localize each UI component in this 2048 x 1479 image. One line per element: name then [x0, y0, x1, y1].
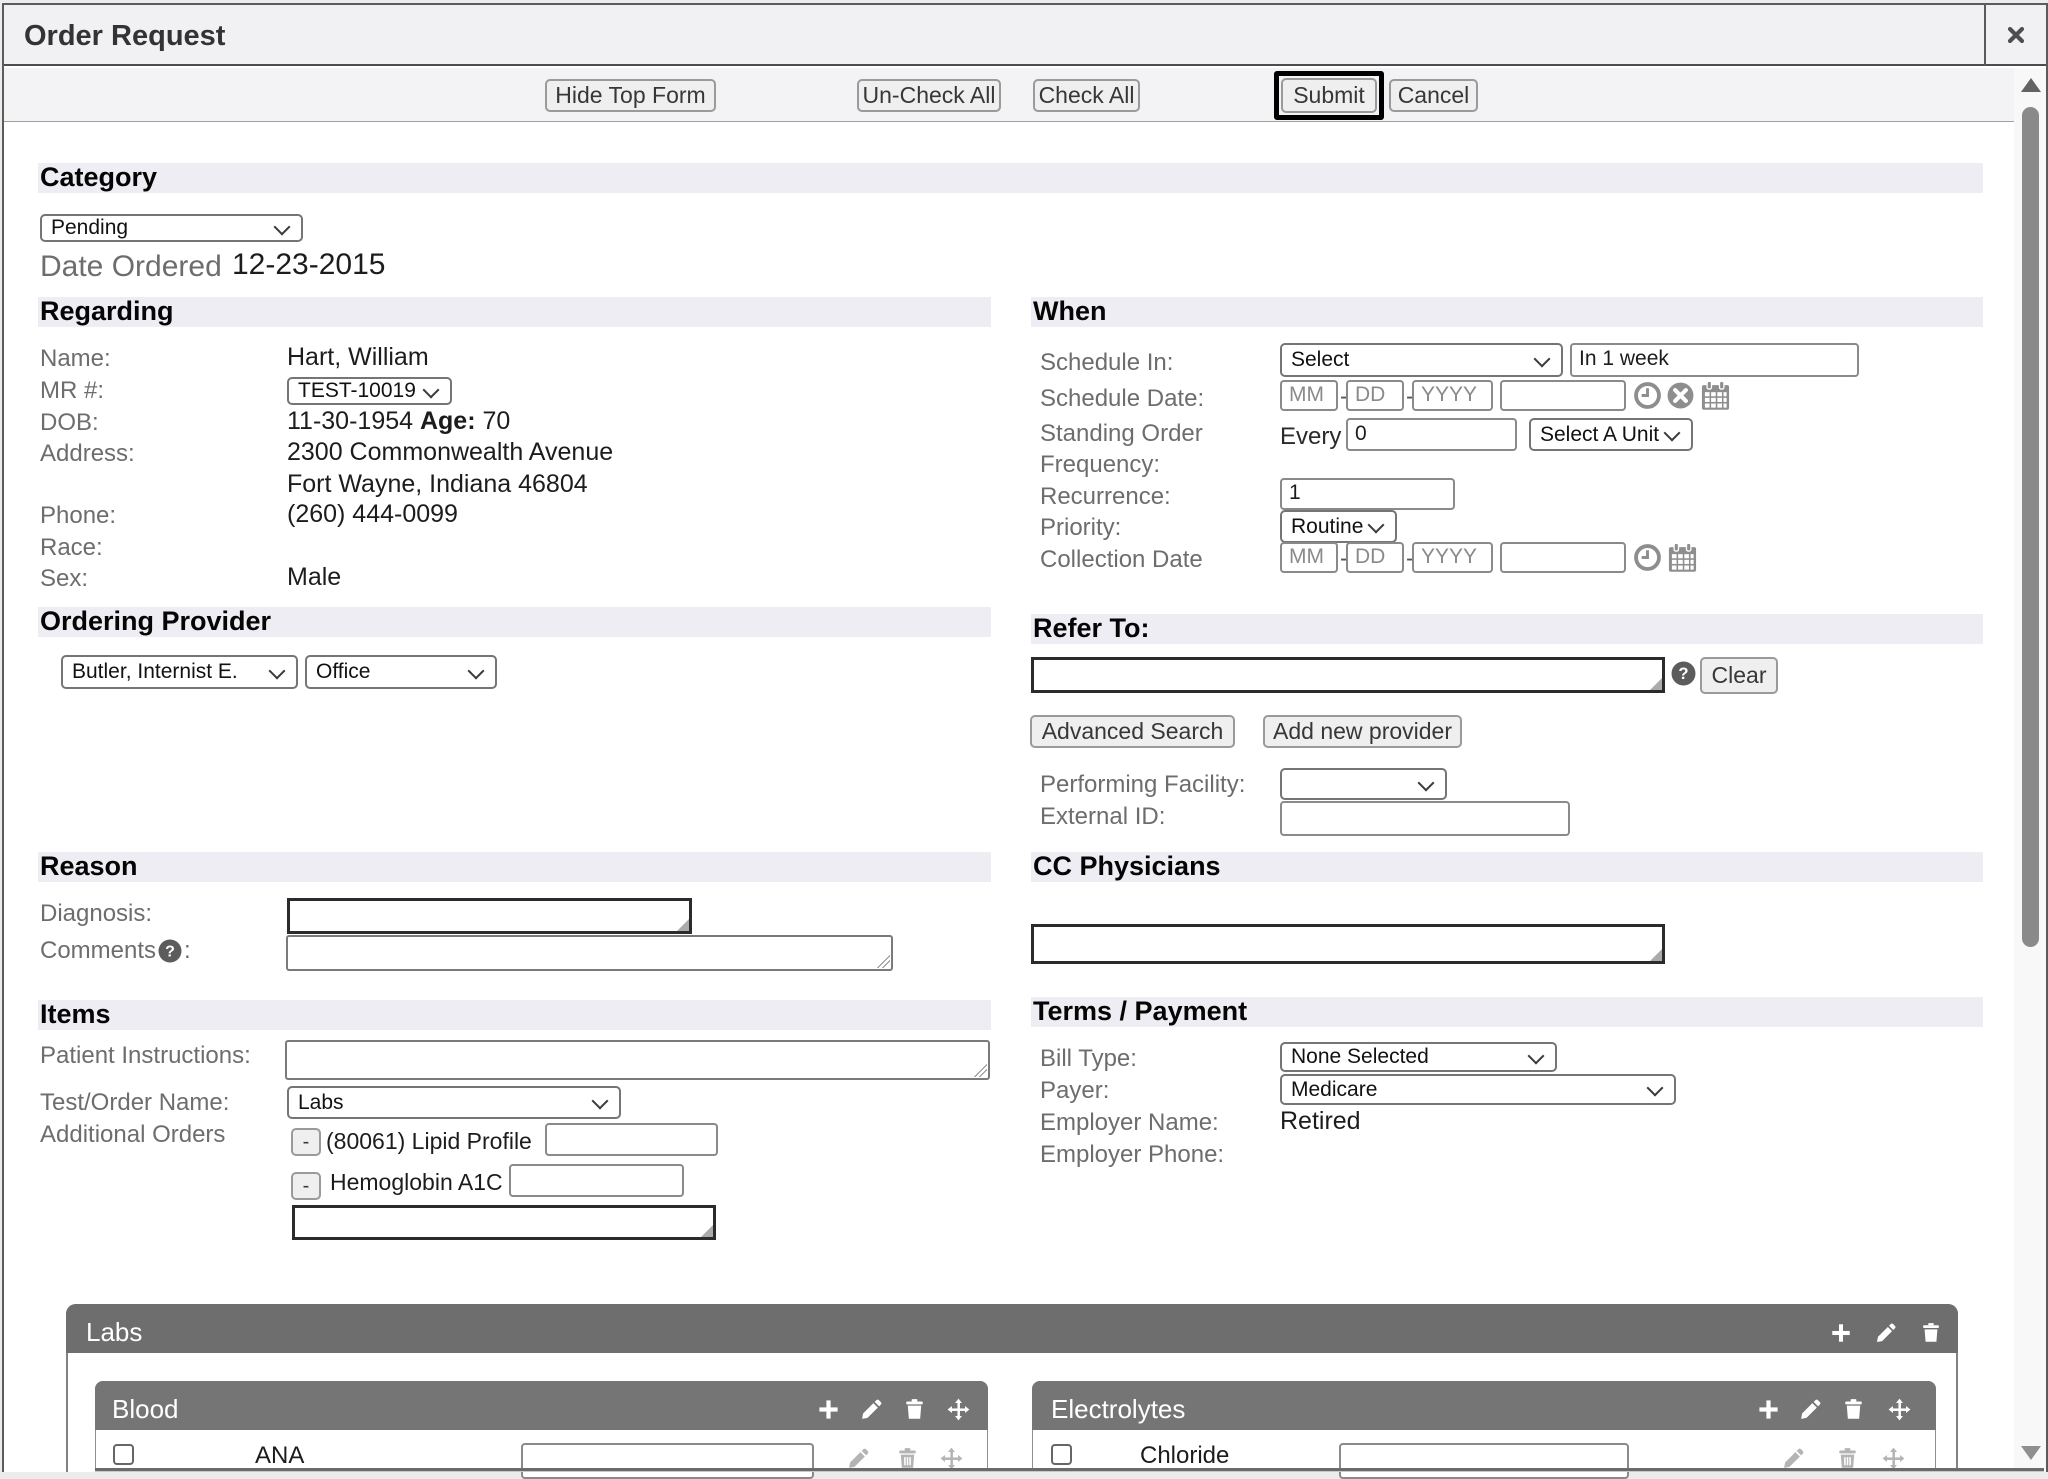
svg-text:?: ?	[165, 944, 175, 961]
svg-text:?: ?	[1678, 664, 1688, 683]
